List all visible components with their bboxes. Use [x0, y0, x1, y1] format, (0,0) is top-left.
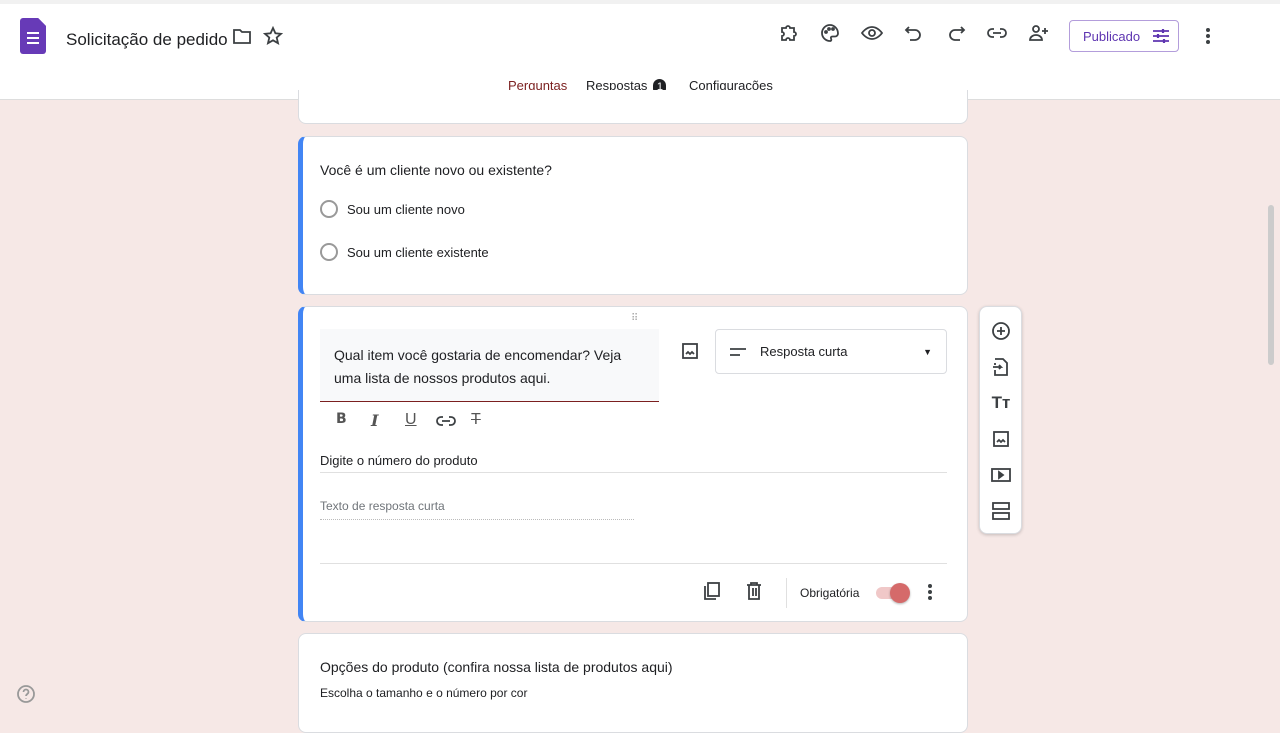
short-answer-placeholder: Texto de resposta curta — [320, 499, 634, 520]
preview-eye-icon[interactable] — [860, 21, 884, 45]
question-card-cliente[interactable]: Você é um cliente novo ou existente? Sou… — [298, 136, 968, 295]
forms-logo-icon[interactable] — [20, 18, 46, 54]
help-icon[interactable] — [14, 682, 38, 706]
form-title[interactable]: Solicitação de pedido — [66, 30, 228, 50]
add-title-icon[interactable]: Tт — [989, 391, 1013, 415]
underline-button[interactable]: U — [405, 411, 417, 429]
undo-icon[interactable] — [902, 21, 926, 45]
question-type-dropdown[interactable]: Resposta curta ▼ — [715, 329, 947, 374]
redo-icon[interactable] — [944, 21, 968, 45]
short-text-icon — [730, 347, 746, 356]
add-collaborator-icon[interactable] — [1027, 21, 1051, 45]
clear-format-icon[interactable]: T — [471, 411, 481, 429]
radio-option[interactable]: Sou um cliente existente — [320, 243, 489, 261]
delete-icon[interactable] — [742, 579, 766, 603]
tune-icon — [1153, 29, 1170, 43]
palette-icon[interactable] — [818, 21, 842, 45]
question-title-input[interactable]: Qual item você gostaria de encomendar? V… — [320, 329, 659, 402]
dropdown-arrow-icon: ▼ — [923, 346, 932, 357]
question-card-opcoes[interactable]: Opções do produto (confira nossa lista d… — [298, 633, 968, 733]
option-label: Sou um cliente existente — [347, 244, 489, 260]
radio-option[interactable]: Sou um cliente novo — [320, 200, 465, 218]
top-bar: Solicitação de pedido Publicado Pergunta… — [0, 0, 1280, 101]
scrollbar[interactable] — [1268, 205, 1274, 365]
required-label: Obrigatória — [800, 586, 860, 600]
drag-handle-icon[interactable]: ⠿ — [631, 313, 639, 324]
required-toggle[interactable] — [876, 583, 910, 603]
import-questions-icon[interactable] — [989, 355, 1013, 379]
italic-button[interactable]: I — [371, 411, 378, 430]
floating-toolbar: Tт — [979, 306, 1022, 534]
more-vert-icon[interactable] — [1196, 24, 1220, 48]
publish-label: Publicado — [1083, 28, 1141, 44]
question-card-item[interactable]: ⠿ Qual item você gostaria de encomendar?… — [298, 306, 968, 622]
question-title: Você é um cliente novo ou existente? — [320, 162, 552, 178]
question-description: Escolha o tamanho e o número por cor — [320, 686, 528, 700]
link-icon[interactable] — [985, 21, 1009, 45]
option-label: Sou um cliente novo — [347, 201, 465, 217]
add-question-icon[interactable] — [989, 319, 1013, 343]
previous-card[interactable] — [298, 90, 968, 124]
question-type-label: Resposta curta — [760, 344, 848, 359]
add-video-icon[interactable] — [989, 463, 1013, 487]
insert-link-icon[interactable] — [434, 409, 458, 433]
publish-button[interactable]: Publicado — [1069, 20, 1179, 52]
question-title: Opções do produto (confira nossa lista d… — [320, 659, 673, 675]
bold-button[interactable]: B — [336, 411, 347, 427]
description-input[interactable]: Digite o número do produto — [320, 453, 947, 473]
more-options-icon[interactable] — [918, 580, 942, 604]
addons-icon[interactable] — [777, 21, 801, 45]
add-image-icon[interactable] — [678, 339, 702, 363]
star-icon[interactable] — [261, 24, 285, 48]
folder-icon[interactable] — [230, 24, 254, 48]
add-image-icon[interactable] — [989, 427, 1013, 451]
duplicate-icon[interactable] — [700, 579, 724, 603]
add-section-icon[interactable] — [989, 499, 1013, 523]
